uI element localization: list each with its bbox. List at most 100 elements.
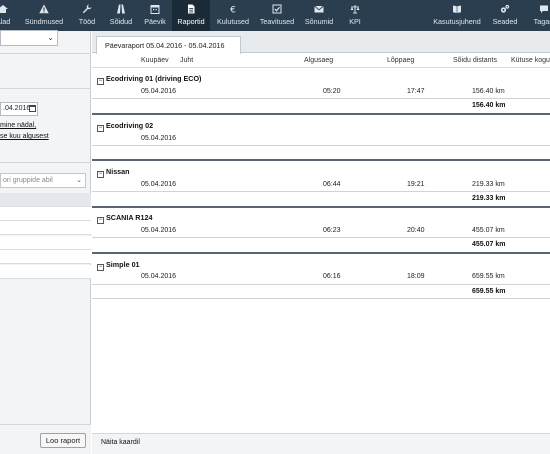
group-divider bbox=[92, 206, 550, 208]
nav-label: Raportid bbox=[177, 17, 205, 26]
row-divider bbox=[92, 284, 550, 285]
cell-start-time: 06:23 bbox=[323, 227, 341, 234]
cell-start-time: 06:16 bbox=[323, 273, 341, 280]
row-divider bbox=[92, 191, 550, 192]
nav-item-sundmused[interactable]: Sündmused bbox=[20, 0, 68, 31]
row-divider bbox=[92, 145, 550, 146]
nav-label: Tööd bbox=[78, 17, 96, 26]
book-icon bbox=[453, 5, 461, 13]
group-name: Ecodriving 02 bbox=[106, 121, 154, 130]
nav-item-teavitused[interactable]: Teavitused bbox=[257, 0, 297, 31]
list-item[interactable] bbox=[0, 207, 91, 221]
scale-icon bbox=[350, 5, 360, 14]
nav-label: Sõnumid bbox=[304, 17, 334, 26]
create-report-button[interactable]: Loo raport bbox=[40, 433, 86, 448]
group-header[interactable]: − Nissan bbox=[97, 167, 130, 178]
collapse-group-icon[interactable]: − bbox=[97, 217, 104, 224]
group-name: Nissan bbox=[106, 167, 130, 176]
group-divider bbox=[92, 159, 550, 161]
list-item[interactable] bbox=[0, 265, 91, 279]
nav-item-raportid[interactable]: Raportid bbox=[172, 0, 210, 31]
show-on-map-link[interactable]: Näita kaardil bbox=[101, 439, 140, 446]
nav-item-seaded[interactable]: Seaded bbox=[489, 0, 521, 31]
nav-item-paevik[interactable]: Päevik bbox=[141, 0, 169, 31]
cell-date: 05.04.2016 bbox=[141, 135, 177, 142]
warning-icon bbox=[39, 4, 49, 14]
cell-distance: 659.55 km bbox=[472, 273, 505, 280]
nav-label: Alad bbox=[0, 17, 11, 26]
row-divider bbox=[92, 298, 550, 299]
collapse-group-icon[interactable]: − bbox=[97, 78, 104, 85]
group-name: SCANIA R124 bbox=[106, 213, 153, 222]
svg-text:€: € bbox=[230, 6, 236, 15]
column-fuel-total[interactable]: Kütuse kogu bbox=[511, 57, 550, 64]
cell-start-time: 05:20 bbox=[323, 88, 341, 95]
nav-item-kpi[interactable]: KPI bbox=[344, 0, 366, 31]
group-total-distance: 659.55 km bbox=[472, 288, 506, 295]
nav-item-kulutused[interactable]: € Kulutused bbox=[213, 0, 253, 31]
group-header[interactable]: − Simple 01 bbox=[97, 260, 140, 271]
collapse-panel-button[interactable]: « bbox=[79, 3, 85, 14]
group-name: Ecodriving 01 (driving ECO) bbox=[106, 74, 202, 83]
previous-week-link[interactable]: mine nädal, bbox=[0, 122, 36, 129]
cell-end-time: 20:40 bbox=[407, 227, 425, 234]
cell-distance: 156.40 km bbox=[472, 88, 505, 95]
chevron-down-icon: ⌄ bbox=[47, 33, 54, 42]
month-start-link[interactable]: se kuu algusest bbox=[0, 133, 49, 140]
group-total-distance: 455.07 km bbox=[472, 241, 506, 248]
column-distance[interactable]: Sõidu distants bbox=[453, 57, 497, 64]
road-icon bbox=[117, 4, 125, 14]
cell-date: 05.04.2016 bbox=[141, 88, 177, 95]
collapse-group-icon[interactable]: − bbox=[97, 171, 104, 178]
nav-item-soidud[interactable]: Sõidud bbox=[107, 0, 135, 31]
column-date[interactable]: Kuupäev bbox=[141, 57, 169, 64]
report-footer bbox=[92, 433, 550, 454]
list-item[interactable] bbox=[0, 250, 91, 264]
nav-label: Sõidud bbox=[109, 17, 133, 26]
nav-item-sonumid[interactable]: Sõnumid bbox=[300, 0, 338, 31]
cell-date: 05.04.2016 bbox=[141, 273, 177, 280]
cell-distance: 455.07 km bbox=[472, 227, 505, 234]
document-icon bbox=[188, 4, 195, 14]
nav-item-tood[interactable]: Tööd bbox=[74, 0, 100, 31]
group-total-distance: 219.33 km bbox=[472, 195, 506, 202]
divider bbox=[0, 162, 91, 163]
group-filter-select[interactable]: ori gruppide abil ⌄ bbox=[0, 173, 86, 188]
list-item[interactable] bbox=[0, 236, 91, 250]
group-header[interactable]: − Ecodriving 01 (driving ECO) bbox=[97, 74, 201, 85]
nav-label: Sündmused bbox=[24, 17, 64, 26]
cell-end-time: 19:21 bbox=[407, 181, 425, 188]
tab-daily-report[interactable]: Päevaraport 05.04.2016 - 05.04.2016 bbox=[96, 36, 241, 54]
report-type-select[interactable]: ⌄ bbox=[0, 30, 58, 46]
collapse-group-icon[interactable]: − bbox=[97, 264, 104, 271]
double-chevron-down-icon: ⌄ bbox=[76, 177, 82, 184]
home-icon bbox=[0, 5, 8, 13]
chat-icon bbox=[540, 5, 548, 13]
column-end-time[interactable]: Lõppaeg bbox=[387, 57, 414, 64]
calendar-icon[interactable] bbox=[29, 105, 36, 112]
calendar-icon bbox=[150, 5, 160, 14]
nav-label: Teavitused bbox=[259, 17, 295, 26]
nav-item-kasutusjuhend[interactable]: Kasutusjuhend bbox=[430, 0, 484, 31]
row-divider bbox=[92, 98, 550, 99]
cell-end-time: 18:09 bbox=[407, 273, 425, 280]
column-driver[interactable]: Juht bbox=[180, 57, 193, 64]
cell-end-time: 17:47 bbox=[407, 88, 425, 95]
nav-label: KPI bbox=[349, 17, 361, 26]
column-start-time[interactable]: Algusaeg bbox=[304, 57, 333, 64]
euro-icon: € bbox=[230, 6, 236, 15]
nav-label: Kulutused bbox=[217, 17, 249, 26]
group-divider bbox=[92, 113, 550, 115]
nav-label: Seaded bbox=[492, 17, 518, 26]
group-header[interactable]: − SCANIA R124 bbox=[97, 213, 152, 224]
group-total-distance: 156.40 km bbox=[472, 102, 506, 109]
nav-item-tagasi[interactable]: Tagasi bbox=[527, 0, 550, 31]
cell-distance: 219.33 km bbox=[472, 181, 505, 188]
row-divider bbox=[92, 237, 550, 238]
nav-item-alad[interactable]: Alad bbox=[0, 0, 10, 31]
group-filter-placeholder: ori gruppide abil bbox=[3, 177, 53, 184]
list-item[interactable] bbox=[0, 221, 91, 235]
checkbox-icon bbox=[272, 4, 282, 14]
collapse-group-icon[interactable]: − bbox=[97, 125, 104, 132]
group-header[interactable]: − Ecodriving 02 bbox=[97, 121, 153, 132]
